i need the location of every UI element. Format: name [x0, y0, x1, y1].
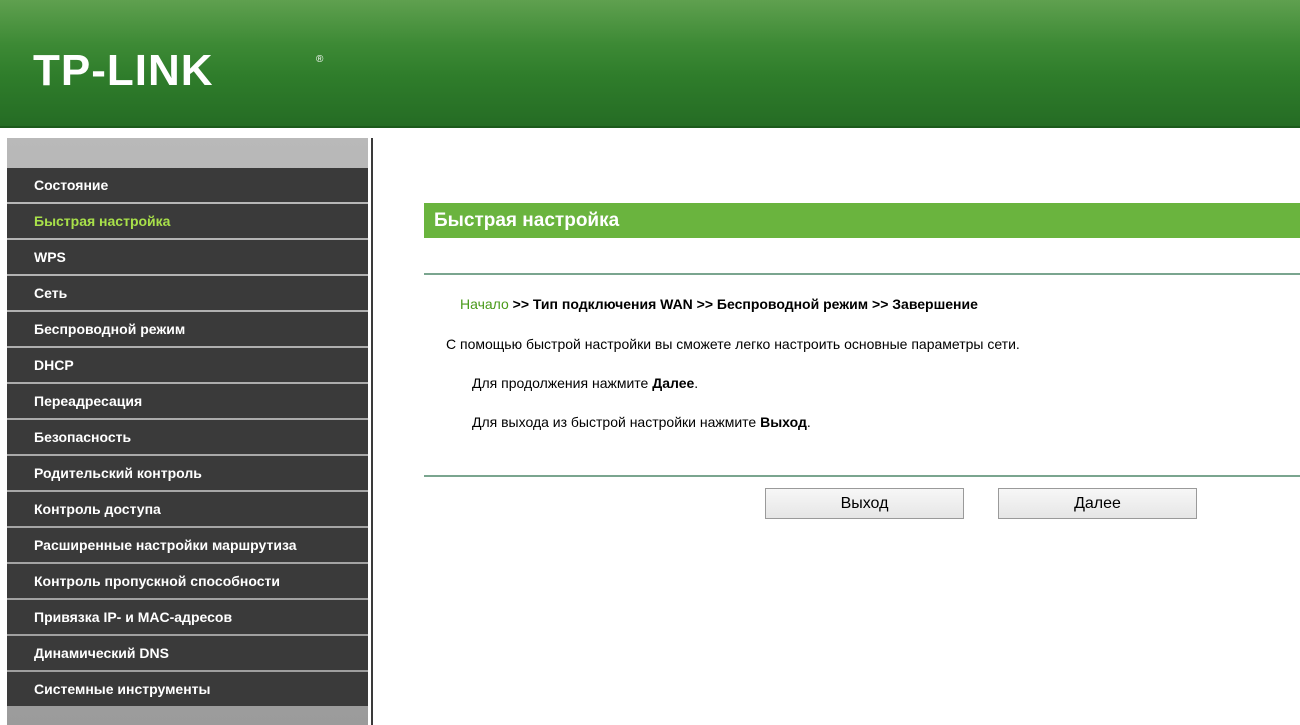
tp-link-logo: TP-LINK: [33, 46, 214, 95]
exit-keyword: Выход: [760, 414, 807, 430]
sidebar-item-network[interactable]: Сеть: [7, 276, 368, 310]
page-title: Быстрая настройка: [434, 210, 620, 231]
continue-suffix: .: [694, 375, 699, 391]
description-text: С помощью быстрой настройки вы сможете л…: [446, 336, 1020, 352]
sidebar-item-status[interactable]: Состояние: [7, 168, 368, 202]
sidebar-item-forwarding[interactable]: Переадресация: [7, 384, 368, 418]
registered-mark: ®: [316, 54, 324, 65]
breadcrumb: Начало >> Тип подключения WAN >> Беспров…: [460, 296, 978, 312]
sidebar-menu: Состояние Быстрая настройка WPS Сеть Бес…: [7, 138, 368, 725]
breadcrumb-steps: >> Тип подключения WAN >> Беспроводной р…: [508, 296, 978, 312]
next-button[interactable]: Далее: [998, 488, 1197, 519]
breadcrumb-current-step: Начало: [460, 296, 509, 312]
sidebar-item-wireless[interactable]: Беспроводной режим: [7, 312, 368, 346]
page-title-bar: Быстрая настройка: [424, 203, 1300, 238]
header-banner: TP-LINK ®: [0, 0, 1300, 128]
sidebar-item-dhcp[interactable]: DHCP: [7, 348, 368, 382]
exit-prefix: Для выхода из быстрой настройки нажмите: [472, 414, 761, 430]
sidebar-item-system-tools[interactable]: Системные инструменты: [7, 672, 368, 706]
exit-instruction: Для выхода из быстрой настройки нажмите …: [472, 414, 811, 430]
continue-keyword: Далее: [652, 375, 695, 391]
continue-instruction: Для продолжения нажмите Далее.: [472, 375, 698, 391]
header-divider: [0, 128, 1300, 138]
sidebar-item-access-control[interactable]: Контроль доступа: [7, 492, 368, 526]
sidebar-item-quick-setup[interactable]: Быстрая настройка: [7, 204, 368, 238]
sidebar-item-security[interactable]: Безопасность: [7, 420, 368, 454]
exit-button[interactable]: Выход: [765, 488, 964, 519]
bottom-divider: [424, 475, 1300, 477]
continue-prefix: Для продолжения нажмите: [472, 375, 653, 391]
sidebar-item-advanced-routing[interactable]: Расширенные настройки маршрутиза: [7, 528, 368, 562]
sidebar-item-parental-control[interactable]: Родительский контроль: [7, 456, 368, 490]
sidebar-item-bandwidth-control[interactable]: Контроль пропускной способности: [7, 564, 368, 598]
sidebar-top-spacer: [7, 138, 368, 168]
sidebar-item-dynamic-dns[interactable]: Динамический DNS: [7, 636, 368, 670]
top-divider: [424, 273, 1300, 275]
sidebar-item-wps[interactable]: WPS: [7, 240, 368, 274]
exit-suffix: .: [806, 414, 811, 430]
sidebar-frame-border: [368, 138, 376, 725]
sidebar-item-ip-mac-binding[interactable]: Привязка IP- и MAC-адресов: [7, 600, 368, 634]
main-content: Быстрая настройка Начало >> Тип подключе…: [376, 138, 1300, 725]
